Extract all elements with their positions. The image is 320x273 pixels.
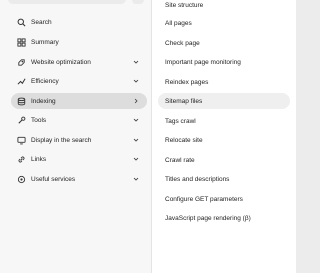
- top-button-placeholder: [132, 0, 144, 4]
- sidebar-item-label: Links: [31, 155, 47, 163]
- submenu-item-javascript-rendering[interactable]: JavaScript page rendering (β): [158, 210, 290, 226]
- sidebar-item-website-optimization[interactable]: Website optimization: [11, 54, 147, 70]
- tools-icon: [17, 116, 26, 125]
- sidebar-item-label: Indexing: [31, 97, 56, 105]
- services-icon: [17, 175, 26, 184]
- sidebar-item-label: Display in the search: [31, 136, 92, 144]
- submenu-item-relocate-site[interactable]: Relocate site: [158, 132, 290, 148]
- submenu-item-site-structure[interactable]: Site structure: [158, 0, 290, 13]
- chart-icon: [17, 77, 26, 86]
- sidebar-item-search[interactable]: Search: [11, 14, 147, 30]
- chevron-right-icon: [132, 97, 140, 105]
- sidebar-item-label: Useful services: [31, 175, 76, 183]
- database-icon: [17, 97, 26, 106]
- sidebar-item-efficiency[interactable]: Efficiency: [11, 73, 147, 89]
- sidebar-item-summary[interactable]: Summary: [11, 34, 147, 50]
- submenu-item-reindex-pages[interactable]: Reindex pages: [158, 74, 290, 90]
- sidebar: Search Summary Website optimization Effi…: [0, 0, 152, 273]
- sidebar-item-label: Efficiency: [31, 77, 59, 85]
- sidebar-item-label: Summary: [31, 38, 59, 46]
- sidebar-item-label: Website optimization: [31, 58, 91, 66]
- display-icon: [17, 136, 26, 145]
- chevron-down-icon: [132, 155, 140, 163]
- chevron-down-icon: [132, 136, 140, 144]
- sidebar-item-useful-services[interactable]: Useful services: [11, 171, 147, 187]
- submenu-item-tags-crawl[interactable]: Tags crawl: [158, 113, 290, 129]
- search-icon: [17, 18, 26, 27]
- rocket-icon: [17, 58, 26, 67]
- sidebar-item-display-in-search[interactable]: Display in the search: [11, 132, 147, 148]
- content-edge: [296, 0, 300, 273]
- chevron-down-icon: [132, 116, 140, 124]
- sidebar-item-links[interactable]: Links: [11, 151, 147, 167]
- submenu-item-crawl-rate[interactable]: Crawl rate: [158, 152, 290, 168]
- chevron-down-icon: [132, 77, 140, 85]
- submenu-item-check-page[interactable]: Check page: [158, 35, 290, 51]
- link-icon: [17, 155, 26, 164]
- submenu-item-configure-get-parameters[interactable]: Configure GET parameters: [158, 191, 290, 207]
- sidebar-item-label: Tools: [31, 116, 47, 124]
- chevron-down-icon: [132, 175, 140, 183]
- submenu-item-sitemap-files[interactable]: Sitemap files: [158, 93, 290, 109]
- top-bar-placeholder: [8, 0, 126, 4]
- chevron-down-icon: [132, 58, 140, 66]
- grid-icon: [17, 37, 26, 47]
- submenu-item-titles-and-descriptions[interactable]: Titles and descriptions: [158, 171, 290, 187]
- submenu-item-important-page-monitoring[interactable]: Important page monitoring: [158, 54, 290, 70]
- submenu-item-all-pages[interactable]: All pages: [158, 15, 290, 31]
- sidebar-item-indexing[interactable]: Indexing: [11, 93, 147, 109]
- indexing-submenu: Site structure All pages Check page Impo…: [152, 0, 296, 273]
- sidebar-item-label: Search: [31, 18, 52, 26]
- sidebar-item-tools[interactable]: Tools: [11, 112, 147, 128]
